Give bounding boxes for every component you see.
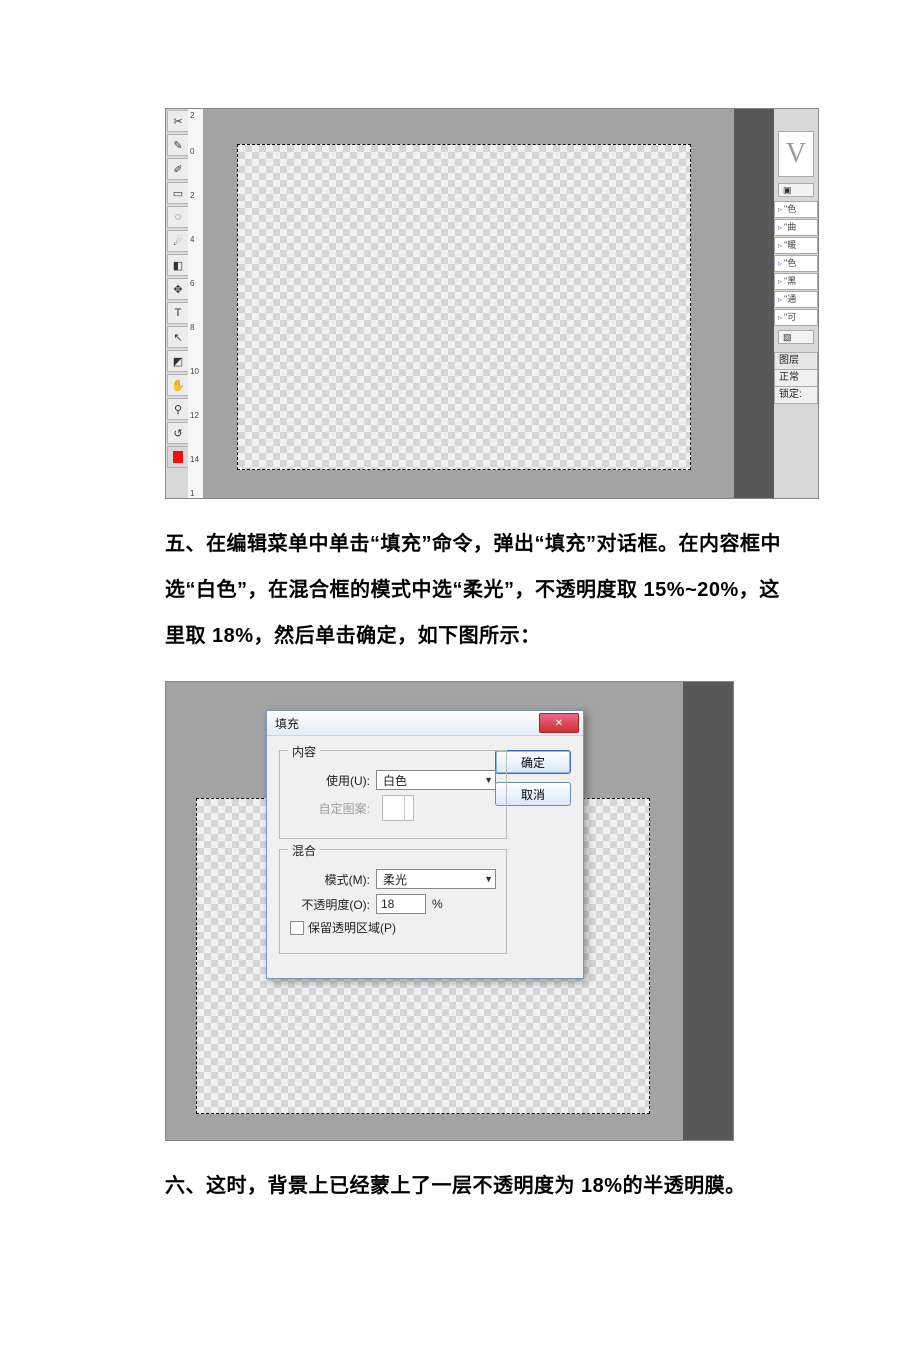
photoshop-workspace-screenshot: ✂ ✎ ✐ ▭ ◌ ☄ ◧ ✥ T ↖ ◩ ✋ ⚲ ↺ 2 0 2 4 [165, 108, 819, 499]
tool-icon[interactable]: ☄ [167, 230, 189, 252]
layer-lock-row: 锁定: [774, 387, 818, 404]
instruction-step-5: 五、在编辑菜单中单击“填充”命令，弹出“填充”对话框。在内容框中选“白色”，在混… [165, 521, 785, 659]
tool-palette: ✂ ✎ ✐ ▭ ◌ ☄ ◧ ✥ T ↖ ◩ ✋ ⚲ ↺ [166, 109, 188, 498]
history-item[interactable]: "色 [774, 201, 818, 218]
ruler-tick: 10 [190, 367, 199, 376]
blend-fieldset: 混合 模式(M): 柔光 ▼ 不透明度(O): 18 [279, 849, 507, 954]
preserve-transparency-label: 保留透明区域(P) [308, 919, 396, 936]
pattern-label: 自定图案: [290, 800, 370, 817]
close-button[interactable]: ✕ [539, 713, 579, 733]
workspace-gutter [734, 109, 774, 498]
tool-icon[interactable]: T [167, 302, 189, 324]
opacity-unit: % [432, 897, 443, 911]
canvas-viewport [203, 109, 734, 498]
opacity-value: 18 [381, 897, 394, 911]
tool-icon[interactable]: ⚲ [167, 398, 189, 420]
blend-mode-dropdown[interactable]: 正常 [774, 370, 818, 387]
tool-icon[interactable]: ✥ [167, 278, 189, 300]
tool-icon[interactable]: ↖ [167, 326, 189, 348]
fill-dialog-screenshot: 填充 ✕ 确定 取消 内容 使用(U): [165, 681, 734, 1141]
ruler-tick: 8 [190, 323, 194, 332]
use-value: 白色 [383, 772, 407, 789]
ruler-tick: 2 [190, 191, 194, 200]
ruler-tick: 2 [190, 111, 194, 120]
use-dropdown[interactable]: 白色 ▼ [376, 770, 496, 790]
tool-icon[interactable]: ↺ [167, 422, 189, 444]
history-item[interactable]: "通 [774, 291, 818, 308]
close-icon: ✕ [555, 718, 563, 729]
ruler-tick: 4 [190, 235, 194, 244]
right-panel-dock: V ▣ "色 "曲 "暖 "色 "黑 "通 "可 ▧ 图层 正常 锁定: [774, 109, 818, 498]
opacity-label: 不透明度(O): [290, 896, 370, 913]
history-item[interactable]: "曲 [774, 219, 818, 236]
opacity-input[interactable]: 18 [376, 894, 426, 914]
tool-icon[interactable]: ✎ [167, 134, 189, 156]
tool-icon[interactable]: ◩ [167, 350, 189, 372]
foreground-color-swatch[interactable] [167, 446, 189, 468]
fill-dialog: 填充 ✕ 确定 取消 内容 使用(U): [266, 710, 584, 979]
dialog-title-text: 填充 [275, 715, 299, 732]
dialog-titlebar[interactable]: 填充 ✕ [267, 711, 583, 736]
mode-label: 模式(M): [290, 871, 370, 888]
pattern-swatch [382, 795, 414, 821]
workspace-gutter [683, 682, 733, 1140]
tool-icon[interactable]: ✐ [167, 158, 189, 180]
blend-legend: 混合 [288, 842, 320, 859]
collapsed-panel-icon[interactable]: V [778, 131, 814, 177]
panel-collapse-icon[interactable]: ▣ [778, 183, 814, 197]
mode-value: 柔光 [383, 871, 407, 888]
preserve-transparency-checkbox[interactable] [290, 921, 304, 935]
tool-icon[interactable]: ◌ [167, 206, 189, 228]
panel-footer-icon[interactable]: ▧ [778, 330, 814, 344]
tool-icon[interactable]: ▭ [167, 182, 189, 204]
content-legend: 内容 [288, 743, 320, 760]
tool-icon[interactable]: ◧ [167, 254, 189, 276]
history-item[interactable]: "暖 [774, 237, 818, 254]
vertical-ruler: 2 0 2 4 6 8 10 12 14 1 [188, 109, 204, 498]
history-item[interactable]: "可 [774, 309, 818, 326]
history-item[interactable]: "黑 [774, 273, 818, 290]
content-fieldset: 内容 使用(U): 白色 ▼ 自定图案: [279, 750, 507, 839]
history-item[interactable]: "色 [774, 255, 818, 272]
instruction-step-6: 六、这时，背景上已经蒙上了一层不透明度为 18%的半透明膜。 [165, 1163, 785, 1209]
tool-icon[interactable]: ✋ [167, 374, 189, 396]
chevron-down-icon: ▼ [484, 775, 493, 785]
layers-panel-tab[interactable]: 图层 [774, 352, 818, 370]
ruler-tick: 0 [190, 147, 194, 156]
ruler-tick: 14 [190, 455, 199, 464]
ruler-tick: 1 [190, 489, 194, 498]
chevron-down-icon: ▼ [484, 874, 493, 884]
ruler-tick: 6 [190, 279, 194, 288]
tool-icon[interactable]: ✂ [167, 110, 189, 132]
mode-dropdown[interactable]: 柔光 ▼ [376, 869, 496, 889]
use-label: 使用(U): [290, 772, 370, 789]
transparent-canvas-selection[interactable] [237, 144, 691, 470]
ruler-tick: 12 [190, 411, 199, 420]
